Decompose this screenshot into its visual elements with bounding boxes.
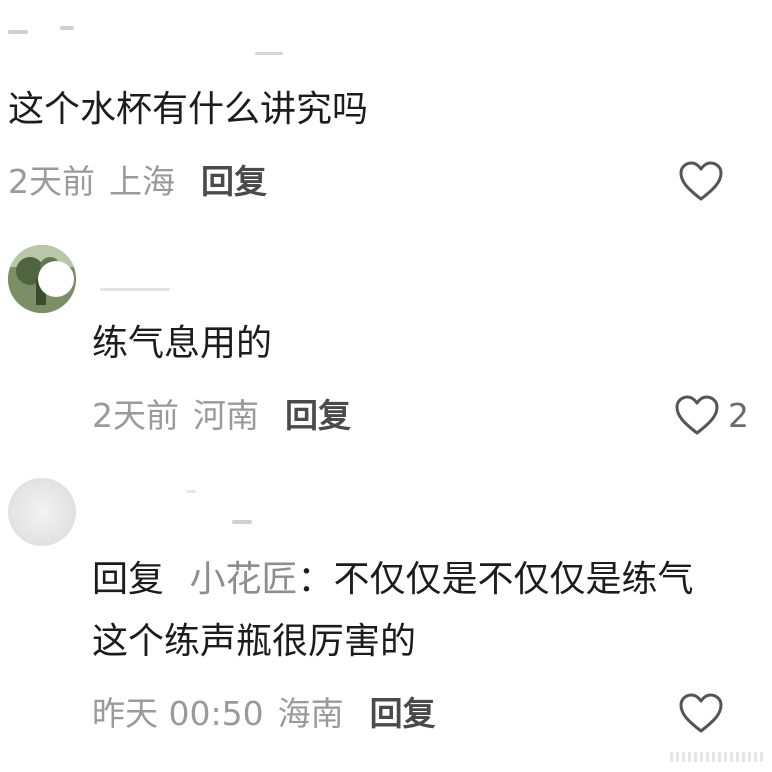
watermark (670, 752, 766, 762)
username-placeholder (100, 288, 170, 291)
like-count: 2 (728, 395, 749, 435)
comment-location: 海南 (277, 694, 344, 733)
username-placeholder (255, 52, 283, 55)
reply-button[interactable]: 回复 (370, 694, 436, 734)
avatar[interactable] (8, 478, 76, 546)
username-placeholder (60, 26, 74, 30)
avatar[interactable] (8, 245, 76, 313)
reply-button[interactable]: 回复 (285, 396, 351, 436)
username-placeholder (232, 520, 252, 524)
username-placeholder (186, 490, 196, 493)
heart-outline-icon (675, 395, 719, 435)
comment-meta: 昨天 00:50 海南 回复 (92, 694, 436, 734)
reply-prefix: 回复 (92, 559, 165, 600)
like-button[interactable] (678, 692, 724, 734)
reply-text-line: 回复 小花匠：不仅仅是不仅仅是练气 (92, 558, 694, 602)
heart-outline-icon (679, 161, 723, 201)
heart-outline-icon (679, 693, 723, 733)
like-button[interactable] (678, 160, 724, 202)
comment-time: 昨天 00:50 (92, 694, 264, 733)
comment-time: 2天前 (8, 162, 95, 201)
username-placeholder (8, 30, 28, 34)
comment-meta: 2天前 上海 回复 (8, 162, 267, 202)
comment-meta: 2天前 河南 回复 (92, 396, 351, 436)
comment-location: 上海 (109, 162, 175, 201)
comment-location: 河南 (193, 396, 259, 435)
like-button[interactable]: 2 (674, 394, 749, 436)
avatar-image (8, 245, 76, 313)
comment-text: 不仅仅是不仅仅是练气 (333, 559, 694, 600)
comment-text: 练气息用的 (92, 323, 273, 364)
reply-button[interactable]: 回复 (201, 162, 267, 202)
comment-text: 这个水杯有什么讲究吗 (8, 89, 369, 130)
reply-colon: ： (297, 559, 334, 600)
comment-text: 这个练声瓶很厉害的 (92, 621, 417, 662)
reply-target-user[interactable]: 小花匠 (189, 559, 297, 600)
comment-time: 2天前 (92, 396, 179, 435)
